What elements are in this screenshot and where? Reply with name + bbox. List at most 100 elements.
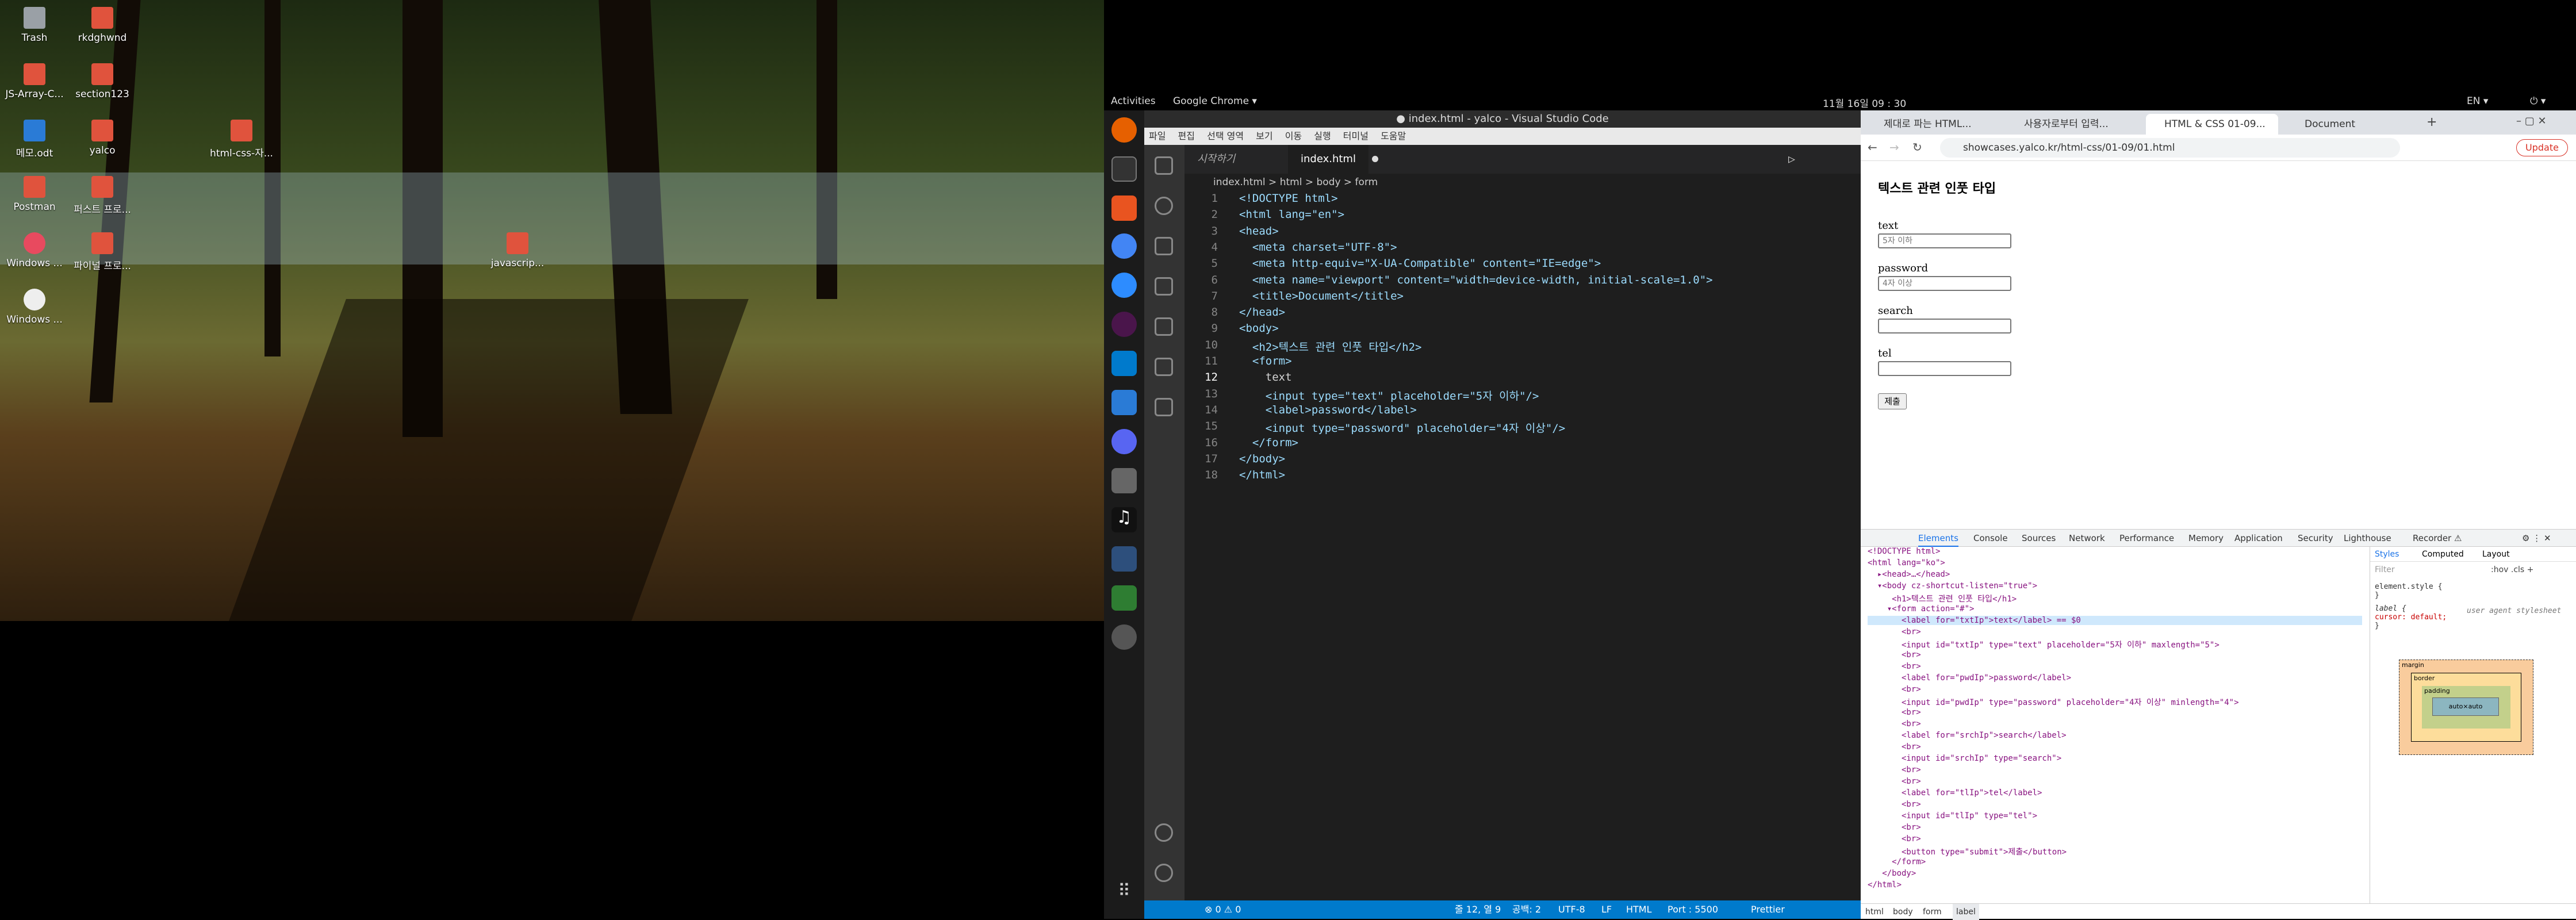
run-debug-icon[interactable] xyxy=(1155,317,1173,336)
chrome-icon[interactable] xyxy=(1111,233,1137,259)
address-bar[interactable]: showcases.yalco.kr/html-css/01-09/01.htm… xyxy=(1940,138,2400,158)
menu-item-edit[interactable]: 편집 xyxy=(1178,131,1195,141)
desktop-icon-folder[interactable]: html-css-자... xyxy=(207,120,276,159)
dom-node[interactable]: <br> xyxy=(1868,685,1921,694)
prettier-status[interactable]: Prettier xyxy=(1751,900,1785,919)
source-control-icon[interactable] xyxy=(1155,237,1173,255)
dom-node[interactable]: <br> xyxy=(1868,800,1921,809)
menu-item-view[interactable]: 보기 xyxy=(1256,131,1272,141)
dom-node[interactable]: <br> xyxy=(1868,742,1921,752)
desktop-icon-document[interactable]: 메모.odt xyxy=(0,120,69,159)
app-menu[interactable]: Google Chrome ▾ xyxy=(1173,95,1257,107)
dom-node[interactable]: <br> xyxy=(1868,834,1921,844)
code-line[interactable]: </body> xyxy=(1239,453,1285,465)
window-controls[interactable]: – ▢ ✕ xyxy=(2516,115,2547,127)
app-icon[interactable] xyxy=(1111,546,1137,572)
vscode-icon[interactable] xyxy=(1111,351,1137,376)
explorer-icon[interactable] xyxy=(1155,156,1173,175)
tab-application[interactable]: Application xyxy=(2234,530,2283,547)
code-line[interactable]: <meta http-equiv="X-UA-Compatible" conte… xyxy=(1239,257,1601,270)
dom-node[interactable]: <label for="srchIp">search</label> xyxy=(1868,731,2067,740)
music-icon[interactable]: ♫ xyxy=(1111,507,1137,532)
account-icon[interactable] xyxy=(1155,823,1173,842)
dom-node[interactable]: <!DOCTYPE html> xyxy=(1868,547,1940,556)
desktop-icon-folder[interactable]: section123 xyxy=(68,63,137,100)
code-line[interactable]: <meta name="viewport" content="width=dev… xyxy=(1239,274,1713,286)
dom-node[interactable]: <h1>텍스트 관련 인풋 타입</h1> xyxy=(1868,593,2017,604)
dom-node[interactable]: <br> xyxy=(1868,823,1921,832)
live-server-port[interactable]: Port : 5500 xyxy=(1667,900,1718,919)
clock[interactable]: 11월 16일 09 : 30 xyxy=(1823,95,1906,110)
field-label-password[interactable]: password xyxy=(1878,262,1928,274)
code-line[interactable]: <meta charset="UTF-8"> xyxy=(1239,241,1397,254)
problems-indicator[interactable]: ⊗ 0 ⚠ 0 xyxy=(1205,900,1241,919)
firefox-icon[interactable] xyxy=(1111,117,1137,143)
menu-item-go[interactable]: 이동 xyxy=(1285,131,1302,141)
dom-node[interactable]: <button type="submit">제출</button> xyxy=(1868,846,2067,857)
tel-input[interactable] xyxy=(1878,361,2011,376)
crumb-body[interactable]: body xyxy=(1893,904,1913,920)
dom-node[interactable]: ▸<head>…</head> xyxy=(1868,570,1950,579)
checklist-icon[interactable] xyxy=(1111,585,1137,611)
filter-input[interactable]: Filter xyxy=(2375,565,2395,574)
slack-icon[interactable] xyxy=(1111,312,1137,337)
tab-user-input[interactable]: 사용자로부터 입력... xyxy=(2006,114,2138,135)
code-line[interactable]: text xyxy=(1239,371,1292,384)
code-line[interactable]: <input type="text" placeholder="5자 이하"/> xyxy=(1239,388,1539,403)
tab-sources[interactable]: Sources xyxy=(2022,530,2056,547)
desktop-icon-folder[interactable]: JS-Array-C... xyxy=(0,63,69,100)
desktop-icon-folder[interactable]: 퍼스트 프로... xyxy=(68,176,137,216)
menu-item-selection[interactable]: 선택 영역 xyxy=(1207,131,1244,141)
new-tab-button[interactable]: + xyxy=(2426,115,2437,129)
tab-elements[interactable]: Elements xyxy=(1918,530,1958,547)
tab-html-css[interactable]: HTML & CSS 01-09... xyxy=(2146,114,2278,135)
settings-gear-icon[interactable]: ⚙ ⋮ ✕ xyxy=(2522,530,2551,547)
tab-performance[interactable]: Performance xyxy=(2119,530,2174,547)
dom-node[interactable]: </form> xyxy=(1868,857,1926,867)
line-ending[interactable]: LF xyxy=(1601,900,1612,919)
crumb-form[interactable]: form xyxy=(1923,904,1942,920)
database-icon[interactable] xyxy=(1155,358,1173,376)
dom-node[interactable]: <html lang="ko"> xyxy=(1868,558,1945,568)
tab-layout[interactable]: Layout xyxy=(2482,547,2510,562)
system-menu-icon[interactable]: ⏻ ▾ xyxy=(2530,95,2546,107)
menu-item-help[interactable]: 도움말 xyxy=(1381,131,1406,141)
code-line[interactable]: <input type="password" placeholder="4자 이… xyxy=(1239,420,1565,435)
tab-console[interactable]: Console xyxy=(1973,530,2008,547)
desktop-icon-folder[interactable]: javascrip... xyxy=(483,232,552,269)
code-line[interactable]: </form> xyxy=(1239,436,1298,449)
code-editor[interactable]: 1 <!DOCTYPE html> 2 <html lang="en"> 3 <head>… xyxy=(1184,192,1861,899)
tab-index-html[interactable]: index.html xyxy=(1288,145,1368,174)
dom-node[interactable]: </html> xyxy=(1868,880,1902,890)
menu-item-terminal[interactable]: 터미널 xyxy=(1343,131,1368,141)
code-line[interactable]: <head> xyxy=(1239,225,1279,237)
text-input[interactable]: 5자 이하 xyxy=(1878,233,2011,248)
dom-node[interactable]: ▾<form action="#"> xyxy=(1868,604,1975,614)
dom-node[interactable]: <br> xyxy=(1868,662,1921,671)
tab-recorder[interactable]: Recorder ⚠ xyxy=(2413,530,2462,547)
desktop-icon-trash[interactable]: Trash xyxy=(0,7,69,44)
dom-node[interactable]: <br> xyxy=(1868,708,1921,717)
document-icon[interactable] xyxy=(1111,390,1137,415)
desktop-icon-folder[interactable]: rkdghwnd xyxy=(68,7,137,44)
dom-node[interactable]: <input id="txtIp" type="text" placeholde… xyxy=(1868,639,2220,650)
code-line[interactable]: <form> xyxy=(1239,355,1292,367)
dom-node[interactable]: <input id="pwdIp" type="password" placeh… xyxy=(1868,696,2239,708)
desktop-icon-folder[interactable]: Postman xyxy=(0,176,69,213)
crumb-label[interactable]: label xyxy=(1953,904,1979,920)
activities-button[interactable]: Activities xyxy=(1111,95,1156,107)
cursor-position[interactable]: 줄 12, 열 9 xyxy=(1455,900,1501,919)
search-input[interactable] xyxy=(1878,319,2011,334)
submit-button[interactable]: 제출 xyxy=(1878,393,1907,409)
layers-icon[interactable] xyxy=(1155,398,1173,416)
encoding[interactable]: UTF-8 xyxy=(1558,900,1585,919)
update-button[interactable]: Update xyxy=(2516,139,2568,156)
code-line[interactable]: </html> xyxy=(1239,469,1285,481)
terminal-icon[interactable] xyxy=(1111,156,1137,182)
files-icon[interactable] xyxy=(1111,468,1137,493)
desktop-icon-app[interactable]: Windows ... xyxy=(0,289,69,325)
reload-icon[interactable]: ↻ xyxy=(1912,140,1922,154)
code-line[interactable]: <h2>텍스트 관련 인풋 타입</h2> xyxy=(1239,339,1422,354)
breadcrumb[interactable]: index.html > html > body > form xyxy=(1184,174,1861,191)
dom-node[interactable]: <label for="tlIp">tel</label> xyxy=(1868,788,2042,798)
